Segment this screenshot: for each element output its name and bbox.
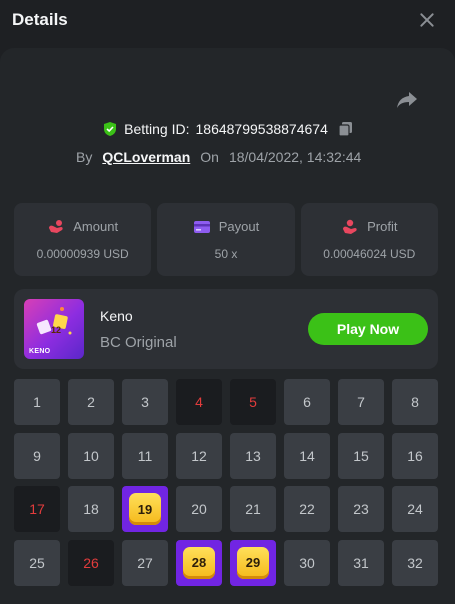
keno-cell-24[interactable]: 24: [392, 486, 438, 532]
keno-cell-6[interactable]: 6: [284, 379, 330, 425]
copy-icon[interactable]: [338, 121, 353, 137]
betting-id-label: Betting ID:: [124, 121, 190, 137]
keno-cell-10[interactable]: 10: [68, 432, 114, 479]
close-icon[interactable]: [417, 10, 437, 30]
keno-thumbnail[interactable]: 12 KENO: [24, 299, 84, 359]
keno-cell-31[interactable]: 31: [338, 539, 384, 586]
keno-cell-28[interactable]: 28: [176, 539, 222, 586]
keno-cell-13[interactable]: 13: [230, 432, 276, 479]
keno-cell-12[interactable]: 12: [176, 432, 222, 479]
stat-amount-header: Amount: [47, 219, 118, 235]
stat-amount-value: 0.00000939 USD: [36, 246, 129, 261]
keno-hit-gem: 28: [183, 546, 215, 579]
keno-cell-32[interactable]: 32: [392, 539, 438, 586]
coins-icon: [49, 219, 63, 233]
keno-cell-26[interactable]: 26: [68, 539, 114, 586]
modal-body: Betting ID: 1864879953887467​4 By QCLove…: [0, 48, 455, 604]
keno-cell-30[interactable]: 30: [284, 539, 330, 586]
stat-profit: Profit 0.00046024 USD: [300, 203, 438, 276]
game-card: 12 KENO Keno BC Original Play Now: [14, 289, 438, 369]
by-label: By: [76, 149, 93, 165]
game-name: Keno: [100, 308, 133, 324]
bet-datetime: 18/04/2022, 14:32:44: [228, 149, 362, 165]
modal-title: Details: [12, 10, 68, 29]
on-label: On: [200, 149, 219, 165]
stat-amount-label: Amount: [73, 219, 119, 234]
keno-cell-18[interactable]: 18: [68, 486, 114, 532]
stat-profit-value: 0.00046024 USD: [323, 246, 416, 261]
card-icon: [193, 220, 210, 233]
game-subtitle: BC Original: [100, 334, 177, 351]
keno-cell-25[interactable]: 25: [14, 539, 60, 586]
stat-profit-header: Profit: [341, 219, 397, 235]
thumb-keno-label: KENO: [29, 348, 51, 355]
keno-cell-2[interactable]: 2: [68, 379, 114, 425]
details-modal: Details Betting ID: 1864879953887467​4 B…: [0, 0, 455, 604]
keno-cell-16[interactable]: 16: [392, 432, 438, 479]
keno-cell-1[interactable]: 1: [14, 379, 60, 425]
stat-profit-label: Profit: [367, 219, 398, 234]
keno-cell-8[interactable]: 8: [392, 379, 438, 425]
keno-cell-21[interactable]: 21: [230, 486, 276, 532]
stat-amount: Amount 0.00000939 USD: [14, 203, 152, 276]
thumb-tile-number: 12: [51, 325, 61, 335]
keno-hit-gem: 29: [237, 546, 269, 579]
keno-cell-5[interactable]: 5: [230, 379, 276, 425]
modal-header: Details: [0, 0, 455, 40]
stat-payout-label: Payout: [218, 219, 260, 234]
keno-cell-20[interactable]: 20: [176, 486, 222, 532]
keno-cell-19[interactable]: 19: [122, 486, 168, 532]
keno-cell-29[interactable]: 29: [230, 539, 276, 586]
keno-cell-7[interactable]: 7: [338, 379, 384, 425]
stat-payout-header: Payout: [193, 219, 259, 235]
username-link[interactable]: QCLoverman: [102, 149, 190, 165]
profit-icon: [343, 219, 357, 234]
keno-hit-gem: 19: [129, 493, 161, 525]
stat-payout-value: 50 x: [214, 246, 238, 261]
betting-id-row: Betting ID: 1864879953887467​4: [0, 121, 455, 137]
stat-payout: Payout 50 x: [157, 203, 295, 276]
play-now-button[interactable]: Play Now: [308, 313, 428, 345]
keno-cell-14[interactable]: 14: [284, 432, 330, 479]
betting-id-value: 1864879953887467​4: [195, 121, 328, 137]
share-icon[interactable]: [395, 90, 419, 110]
keno-cell-4[interactable]: 4: [176, 379, 222, 425]
keno-cell-11[interactable]: 11: [122, 432, 168, 479]
keno-cell-15[interactable]: 15: [338, 432, 384, 479]
keno-cell-23[interactable]: 23: [338, 486, 384, 532]
keno-cell-17[interactable]: 17: [14, 486, 60, 532]
shield-check-icon: [104, 122, 117, 136]
stats-row: Amount 0.00000939 USD Payout 50 x Profit…: [14, 203, 438, 276]
keno-cell-27[interactable]: 27: [122, 539, 168, 586]
keno-cell-3[interactable]: 3: [122, 379, 168, 425]
by-row: By QCLoverman On 18/04/2022, 14:32:44: [76, 149, 361, 165]
keno-cell-9[interactable]: 9: [14, 432, 60, 479]
keno-cell-22[interactable]: 22: [284, 486, 330, 532]
